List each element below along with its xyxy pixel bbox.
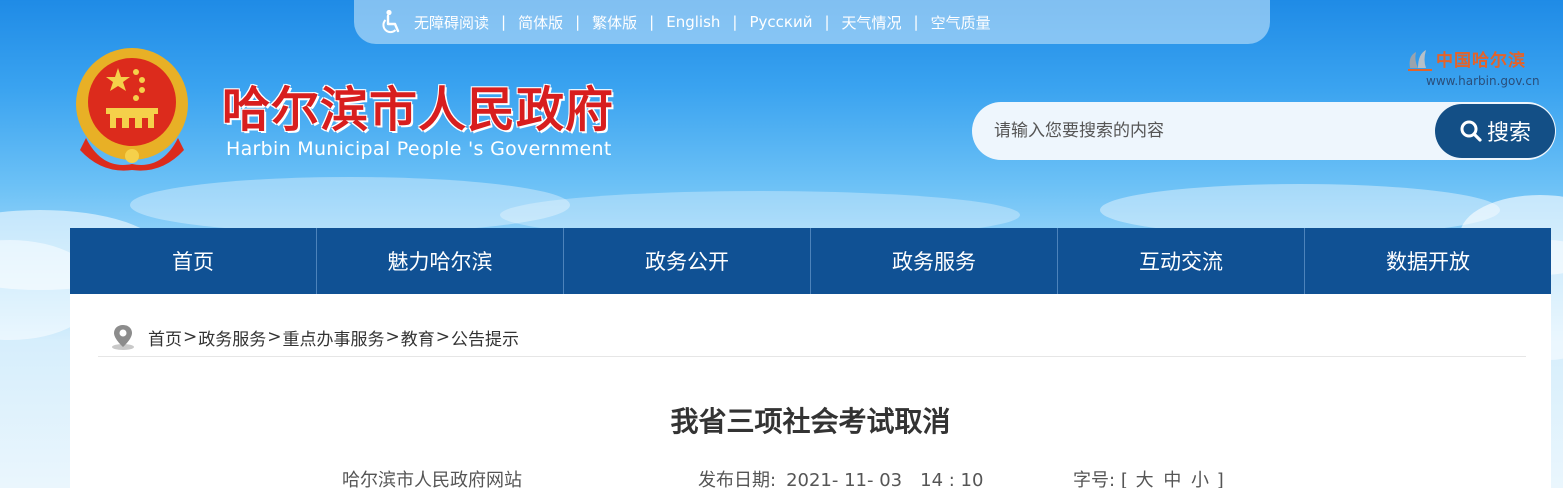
search-icon xyxy=(1460,120,1482,142)
bracket-close: ] xyxy=(1216,470,1224,488)
accessibility-icon[interactable] xyxy=(380,9,404,35)
separator: | xyxy=(575,13,581,31)
breadcrumb-separator: > xyxy=(385,327,400,347)
breadcrumb-key-services[interactable]: 重点办事服务 xyxy=(283,325,385,350)
font-size-small-button[interactable]: 小 xyxy=(1191,470,1209,488)
harbin-logo-text: 中国哈尔滨 xyxy=(1436,51,1526,71)
breadcrumb-separator: > xyxy=(183,327,198,347)
breadcrumb-education[interactable]: 教育 xyxy=(401,325,435,350)
search-box: 搜索 xyxy=(972,102,1556,160)
search-button[interactable]: 搜索 xyxy=(1435,104,1555,158)
weather-link[interactable]: 天气情况 xyxy=(842,12,902,33)
simplified-chinese-link[interactable]: 简体版 xyxy=(518,12,563,33)
harbin-logo-mark-icon xyxy=(1408,50,1432,71)
breadcrumb-announcements[interactable]: 公告提示 xyxy=(451,325,519,350)
search-button-label: 搜索 xyxy=(1486,121,1531,146)
breadcrumb-separator: > xyxy=(267,327,282,347)
font-size-medium-button[interactable]: 中 xyxy=(1163,470,1181,488)
location-pin-icon xyxy=(112,325,134,350)
nav-item-charm-harbin[interactable]: 魅力哈尔滨 xyxy=(317,228,564,294)
air-quality-link[interactable]: 空气质量 xyxy=(931,12,991,33)
divider xyxy=(98,356,1526,357)
article-source: 哈尔滨市人民政府网站 xyxy=(342,470,522,488)
nav-item-interaction[interactable]: 互动交流 xyxy=(1058,228,1305,294)
separator: | xyxy=(649,13,655,31)
font-size-label: 字号: xyxy=(1073,470,1116,488)
site-title: 哈尔滨市人民政府 xyxy=(222,82,615,138)
search-input[interactable] xyxy=(972,102,1442,160)
bracket-open: [ xyxy=(1120,470,1128,488)
traditional-chinese-link[interactable]: 繁体版 xyxy=(592,12,637,33)
breadcrumb: 首页 > 政务服务 > 重点办事服务 > 教育 > 公告提示 xyxy=(110,322,519,352)
separator: | xyxy=(913,13,919,31)
font-size-large-button[interactable]: 大 xyxy=(1136,470,1154,488)
separator: | xyxy=(732,13,738,31)
accessible-reading-link[interactable]: 无障碍阅读 xyxy=(414,12,489,33)
font-size-controls: 字号: [ 大 中 小 ] xyxy=(1073,466,1224,488)
separator: | xyxy=(501,13,507,31)
nav-item-government-services[interactable]: 政务服务 xyxy=(811,228,1058,294)
nav-item-government-affairs[interactable]: 政务公开 xyxy=(564,228,811,294)
site-url: www.harbin.gov.cn xyxy=(1426,74,1540,88)
publish-date-label: 发布日期: xyxy=(698,470,777,488)
article-title: 我省三项社会考试取消 xyxy=(670,405,951,438)
publish-date-value: 2021- 11- 03 14 : 10 xyxy=(786,470,984,488)
main-nav: 首页 魅力哈尔滨 政务公开 政务服务 互动交流 数据开放 xyxy=(70,228,1551,294)
nav-item-open-data[interactable]: 数据开放 xyxy=(1305,228,1551,294)
breadcrumb-separator: > xyxy=(435,327,450,347)
article-publish-date: 发布日期: 2021- 11- 03 14 : 10 xyxy=(698,466,983,488)
russian-link[interactable]: Русский xyxy=(749,13,812,31)
china-harbin-logo[interactable]: 中国哈尔滨 www.harbin.gov.cn xyxy=(1404,44,1550,92)
english-link[interactable]: English xyxy=(666,13,720,31)
breadcrumb-home[interactable]: 首页 xyxy=(148,325,182,350)
breadcrumb-government-services[interactable]: 政务服务 xyxy=(198,325,266,350)
content-panel: 首页 > 政务服务 > 重点办事服务 > 教育 > 公告提示 我省三项社会考试取… xyxy=(70,294,1551,488)
separator: | xyxy=(824,13,830,31)
nav-item-home[interactable]: 首页 xyxy=(70,228,317,294)
site-subtitle: Harbin Municipal People 's Government xyxy=(226,138,612,160)
top-utility-bar: 无障碍阅读 | 简体版 | 繁体版 | English | Русский | … xyxy=(354,0,1270,44)
national-emblem-logo xyxy=(76,48,188,171)
